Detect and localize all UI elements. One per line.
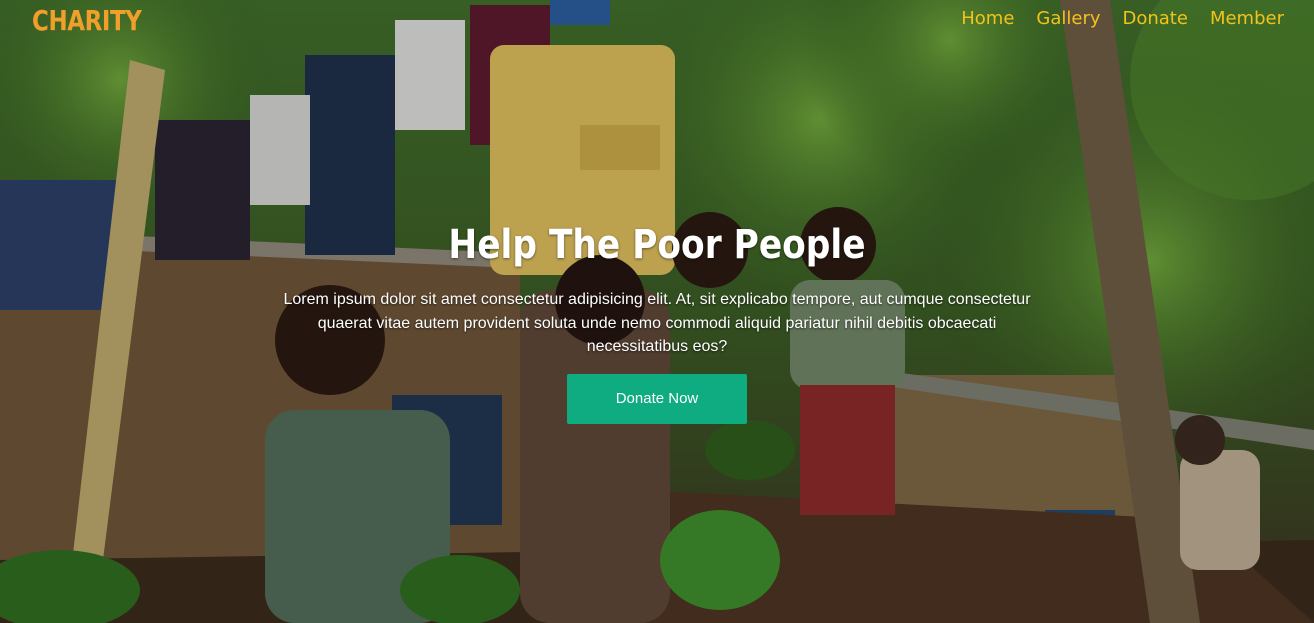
nav-item-home[interactable]: Home [961, 8, 1014, 29]
brand-logo[interactable]: CHARITY [32, 4, 142, 37]
hero-description: Lorem ipsum dolor sit amet consectetur a… [283, 291, 1031, 355]
nav-item-member[interactable]: Member [1210, 8, 1284, 29]
hero-section: CHARITY Home Gallery Donate Member Help … [0, 0, 1314, 623]
donate-now-button[interactable]: Donate Now [567, 373, 747, 424]
hero-title: Help The Poor People [448, 222, 866, 268]
nav-item-donate[interactable]: Donate [1123, 8, 1188, 29]
hero-content: Help The Poor People Lorem ipsum dolor s… [0, 222, 1314, 424]
nav-item-gallery[interactable]: Gallery [1036, 8, 1100, 29]
main-nav: Home Gallery Donate Member [961, 8, 1284, 29]
